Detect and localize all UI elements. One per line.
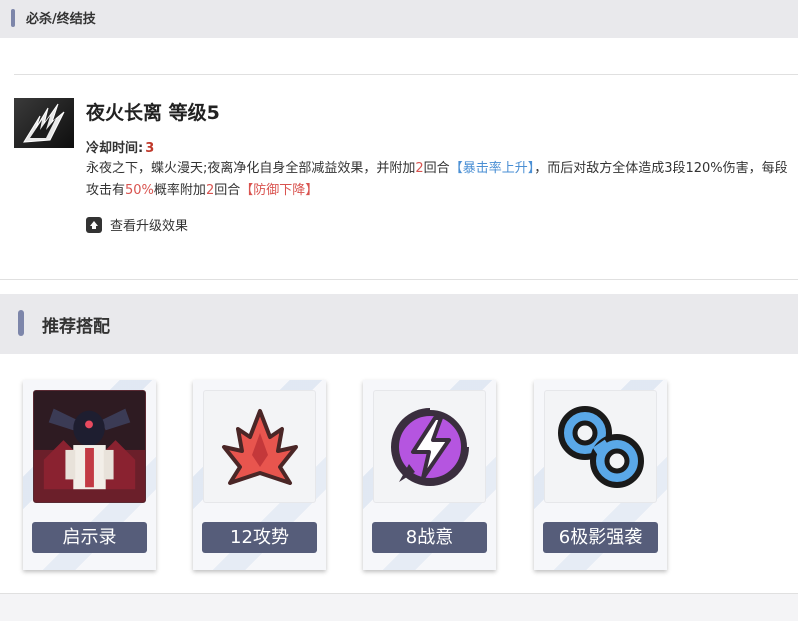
card-label: 启示录	[32, 522, 147, 553]
desc-text: 回合	[214, 183, 241, 198]
character-portrait	[33, 390, 146, 503]
recommend-card[interactable]: 6极影强袭	[534, 380, 667, 570]
section-header-ult: 必杀/终结技	[0, 0, 798, 38]
recommend-cards: 启示录 12攻势 8战意 6极影强袭	[23, 380, 783, 570]
desc-turns: 2	[205, 183, 215, 198]
recommend-card[interactable]: 12攻势	[193, 380, 326, 570]
upload-arrow-icon	[86, 216, 102, 233]
section-header-recommend: 推荐搭配	[0, 294, 798, 354]
debuff-link[interactable]: 【防御下降】	[240, 183, 318, 198]
dark-claw-icon	[14, 98, 74, 148]
desc-text: 永夜之下，蝶火漫天;夜离净化自身全部减益效果，并附加	[86, 161, 416, 176]
divider	[14, 74, 798, 75]
cooldown-value: 3	[145, 141, 155, 156]
skill-block: 夜火长离 等级5 冷却时间: 3 永夜之下，蝶火漫天;夜离净化自身全部减益效果，并…	[14, 98, 798, 248]
cooldown-label: 冷却时间:	[86, 141, 144, 156]
section-title: 必杀/终结技	[26, 12, 96, 27]
skill-name: 夜火长离 等级5	[86, 102, 220, 124]
recommend-card[interactable]: 启示录	[23, 380, 156, 570]
section-accent-bar	[18, 310, 24, 336]
card-label: 6极影强袭	[543, 522, 658, 553]
buff-link[interactable]: 【暴击率上升】	[450, 161, 535, 176]
cooldown: 冷却时间: 3	[86, 137, 154, 156]
desc-text: 回合	[423, 161, 450, 176]
blue-rings-icon	[544, 390, 657, 503]
desc-chance: 50%	[125, 183, 154, 198]
desc-text: 概率附加	[153, 183, 206, 198]
card-label: 8战意	[372, 522, 487, 553]
skill-description: 永夜之下，蝶火漫天;夜离净化自身全部减益效果，并附加2回合【暴击率上升】，而后对…	[86, 158, 798, 202]
purple-lightning-icon	[373, 390, 486, 503]
section-title: 推荐搭配	[42, 317, 110, 337]
card-label: 12攻势	[202, 522, 317, 553]
view-upgrade-button[interactable]: 查看升级效果	[86, 215, 188, 234]
recommend-card[interactable]: 8战意	[363, 380, 496, 570]
divider	[0, 279, 798, 280]
red-spike-icon	[203, 390, 316, 503]
desc-turns: 2	[415, 161, 424, 176]
view-upgrade-label: 查看升级效果	[110, 219, 189, 234]
footer-area	[0, 594, 798, 621]
section-accent-bar	[11, 9, 15, 27]
